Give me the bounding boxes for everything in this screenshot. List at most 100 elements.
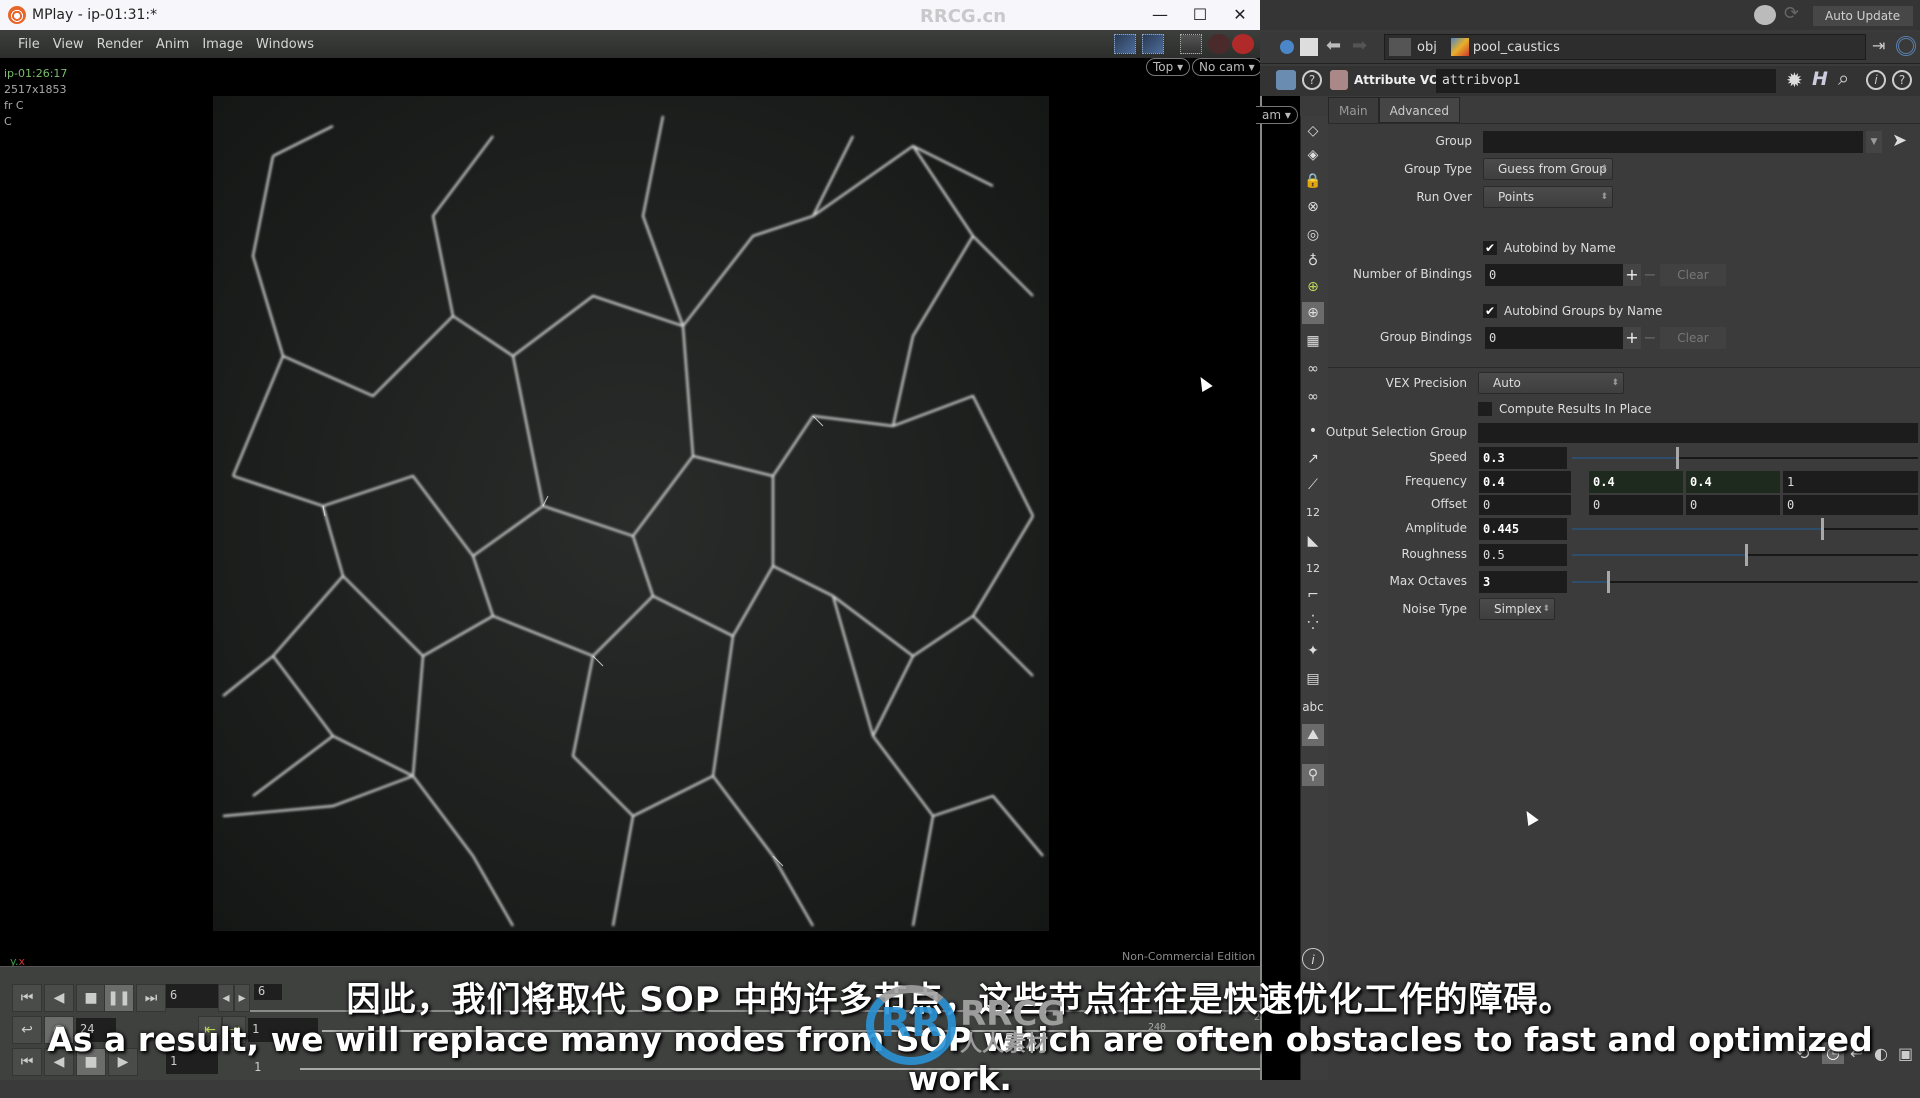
- snapshot-icon[interactable]: [1180, 34, 1202, 54]
- speed-field[interactable]: 0.3: [1479, 447, 1567, 469]
- camera-dropdown-2[interactable]: am ▾: [1256, 106, 1298, 124]
- brain-icon[interactable]: [1754, 5, 1776, 25]
- group-field[interactable]: [1483, 131, 1863, 153]
- stop-render-icon[interactable]: [1232, 34, 1254, 54]
- pin-icon[interactable]: ⇥: [1872, 36, 1885, 55]
- refresh-icon[interactable]: ⟳: [1784, 3, 1799, 24]
- render-viewport[interactable]: [213, 96, 1049, 931]
- group-type-value: Guess from Group: [1498, 162, 1607, 176]
- vertex-icon[interactable]: ✦: [1302, 640, 1324, 662]
- offset-z-field[interactable]: 0: [1686, 495, 1780, 515]
- remove-group-binding-button[interactable]: −: [1641, 327, 1659, 349]
- add-group-binding-button[interactable]: +: [1623, 327, 1641, 349]
- fit-window-icon[interactable]: [1114, 34, 1136, 54]
- offset-x-field[interactable]: 0: [1479, 495, 1571, 515]
- bounding-box-icon[interactable]: ▤: [1302, 668, 1324, 690]
- group-bindings-field[interactable]: 0: [1485, 327, 1623, 349]
- image-info-line: C: [4, 115, 12, 128]
- rrcg-logo-text: RRCG 人人素材: [960, 994, 1065, 1058]
- slider-handle[interactable]: [1745, 544, 1748, 566]
- path-node[interactable]: pool_caustics: [1473, 40, 1560, 55]
- amplitude-slider[interactable]: [1572, 518, 1918, 540]
- speed-slider[interactable]: [1572, 447, 1918, 469]
- num-bindings-field[interactable]: 0: [1485, 264, 1623, 286]
- output-selection-group-field[interactable]: [1478, 423, 1918, 443]
- group-type-label: Group Type: [1404, 162, 1472, 176]
- max-octaves-field[interactable]: 3: [1479, 571, 1567, 593]
- menu-anim[interactable]: Anim: [156, 37, 189, 52]
- mplay-title-bar[interactable]: MPlay - ip-01:31:* RRCG.cn — ☐ ✕: [0, 0, 1260, 30]
- menu-windows[interactable]: Windows: [256, 37, 314, 52]
- sphere-icon[interactable]: [1280, 40, 1294, 54]
- offset-y-field[interactable]: 0: [1589, 495, 1683, 515]
- remove-binding-button[interactable]: −: [1641, 264, 1659, 286]
- search-icon[interactable]: ⌕: [1838, 66, 1849, 90]
- updown-icon: ⬍: [1611, 378, 1619, 388]
- box-icon[interactable]: [1300, 38, 1318, 56]
- menu-file[interactable]: File: [18, 37, 40, 52]
- forward-arrow-icon[interactable]: ➡: [1352, 35, 1367, 56]
- frequency-w-field[interactable]: 1: [1783, 471, 1918, 493]
- camera-dropdown[interactable]: No cam ▾: [1192, 58, 1262, 76]
- minimize-button[interactable]: —: [1140, 0, 1180, 30]
- run-over-label: Run Over: [1416, 190, 1472, 204]
- link-icon[interactable]: [1896, 36, 1916, 56]
- autobind-groups-checkbox[interactable]: ✔: [1483, 304, 1497, 318]
- frequency-x-field[interactable]: 0.4: [1479, 471, 1571, 493]
- compute-in-place-checkbox[interactable]: [1478, 402, 1492, 416]
- parameter-tabs: Main Advanced: [1328, 97, 1460, 123]
- add-binding-button[interactable]: +: [1623, 264, 1641, 286]
- gear-icon[interactable]: ✹: [1786, 68, 1803, 92]
- path-bar[interactable]: obj pool_caustics: [1384, 34, 1866, 60]
- amplitude-field[interactable]: 0.445: [1479, 518, 1567, 540]
- maximize-button[interactable]: ☐: [1180, 0, 1220, 30]
- path-obj[interactable]: obj: [1417, 40, 1437, 55]
- slider-handle[interactable]: [1607, 571, 1610, 593]
- info-icon-2[interactable]: i: [1302, 948, 1324, 970]
- node-name-field[interactable]: attribvop1: [1436, 69, 1776, 93]
- record-icon[interactable]: [1208, 34, 1230, 54]
- roughness-field[interactable]: 0.5: [1479, 544, 1567, 566]
- group-label: Group: [1435, 134, 1472, 148]
- menu-render[interactable]: Render: [97, 37, 143, 52]
- roughness-slider[interactable]: [1572, 544, 1918, 566]
- headlight-icon[interactable]: ⊕: [1302, 302, 1324, 324]
- vop-network-icon[interactable]: [1276, 70, 1296, 90]
- clear-group-bindings-button[interactable]: Clear: [1660, 327, 1726, 349]
- offset-w-field[interactable]: 0: [1783, 495, 1918, 515]
- tab-main[interactable]: Main: [1328, 97, 1379, 123]
- run-over-value: Points: [1498, 190, 1535, 204]
- slider-handle[interactable]: [1676, 447, 1679, 469]
- obj-icon: [1389, 38, 1411, 56]
- close-button[interactable]: ✕: [1220, 0, 1260, 30]
- slider-handle[interactable]: [1821, 518, 1824, 540]
- text-label-icon[interactable]: abc: [1302, 696, 1324, 718]
- fullscreen-icon[interactable]: [1142, 34, 1164, 54]
- select-arrow-icon[interactable]: ➤: [1892, 130, 1907, 151]
- auto-update-dropdown[interactable]: Auto Update: [1813, 6, 1913, 26]
- autobind-name-label: Autobind by Name: [1504, 241, 1616, 255]
- vex-precision-menu[interactable]: Auto ⬍: [1478, 372, 1624, 394]
- info-icon[interactable]: i: [1866, 70, 1886, 90]
- back-arrow-icon[interactable]: ⬅: [1326, 35, 1341, 56]
- run-over-menu[interactable]: Points ⬍: [1483, 186, 1613, 208]
- window-title: MPlay - ip-01:31:*: [32, 7, 158, 23]
- noise-type-menu[interactable]: Simplex ⬍: [1479, 598, 1555, 620]
- ghost-icon[interactable]: ◎: [1302, 224, 1324, 246]
- max-octaves-slider[interactable]: [1572, 571, 1918, 593]
- background-image-icon[interactable]: ⛰: [1302, 724, 1324, 746]
- menu-image[interactable]: Image: [202, 37, 243, 52]
- houdini-help-icon[interactable]: H: [1812, 68, 1828, 90]
- group-type-menu[interactable]: Guess from Group ⬍: [1483, 158, 1613, 180]
- tab-advanced[interactable]: Advanced: [1378, 97, 1460, 123]
- visualizer-icon[interactable]: ⚲: [1302, 764, 1324, 786]
- frequency-y-field[interactable]: 0.4: [1589, 471, 1683, 493]
- clear-bindings-button[interactable]: Clear: [1660, 264, 1726, 286]
- help-icon[interactable]: ?: [1302, 70, 1322, 90]
- view-top-dropdown[interactable]: Top ▾: [1146, 58, 1191, 76]
- autobind-name-checkbox[interactable]: ✔: [1483, 241, 1497, 255]
- frequency-z-field[interactable]: 0.4: [1686, 471, 1780, 493]
- menu-view[interactable]: View: [53, 37, 84, 52]
- help-icon-2[interactable]: ?: [1892, 70, 1912, 90]
- group-dropdown-icon[interactable]: ▼: [1866, 131, 1882, 153]
